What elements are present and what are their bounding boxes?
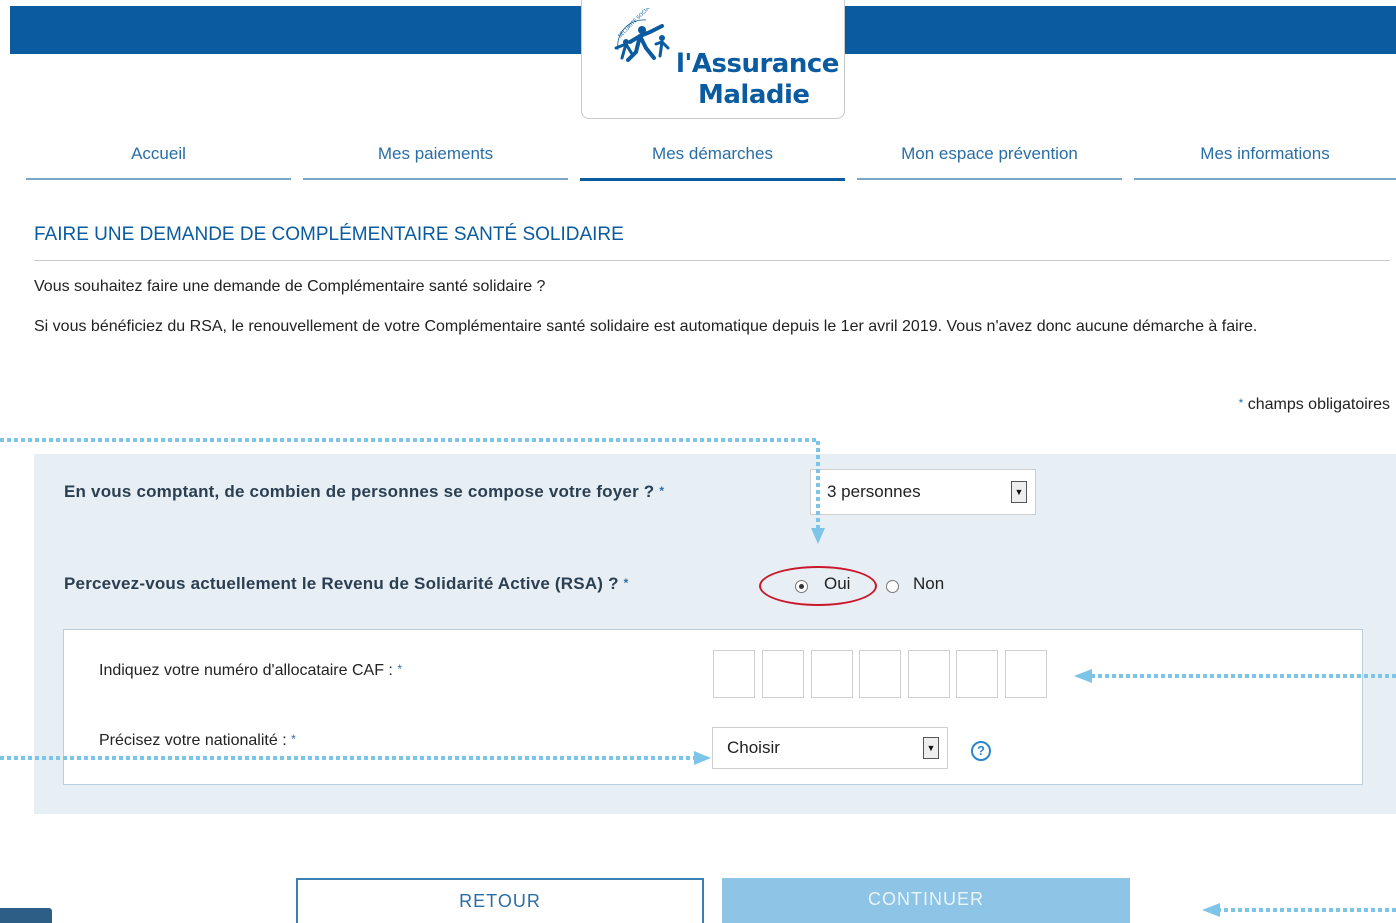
highlight-ellipse-annotation: [759, 566, 877, 606]
nationality-select[interactable]: Choisir ▼: [712, 727, 948, 769]
nav-item-mes-paiements[interactable]: Mes paiements: [303, 136, 568, 180]
caf-digit-input[interactable]: [956, 650, 998, 698]
nav-item-accueil[interactable]: Accueil: [26, 136, 291, 180]
page-title: FAIRE UNE DEMANDE DE COMPLÉMENTAIRE SANT…: [34, 222, 1390, 261]
retour-button[interactable]: RETOUR: [296, 878, 704, 923]
required-star: *: [291, 732, 296, 746]
required-star: *: [397, 662, 402, 676]
nationality-label-text: Précisez votre nationalité :: [99, 732, 287, 749]
required-fields-note: * champs obligatoires: [1239, 396, 1390, 414]
header-bar-right: [845, 6, 1396, 54]
arrowhead-left-icon: [1202, 903, 1220, 917]
assurance-maladie-logo[interactable]: SÉCURITÉ SOCIALE l'Assurance Maladie: [581, 0, 845, 119]
caf-digit-input[interactable]: [859, 650, 901, 698]
nav-item-mon-espace-prevention[interactable]: Mon espace prévention: [857, 136, 1122, 180]
help-icon[interactable]: ?: [971, 741, 991, 761]
nav-item-mes-informations[interactable]: Mes informations: [1134, 136, 1396, 180]
intro-rsa-info: Si vous bénéficiez du RSA, le renouvelle…: [34, 318, 1258, 335]
intro-question: Vous souhaitez faire une demande de Comp…: [34, 278, 546, 295]
header-bar-left: [10, 6, 581, 54]
household-question: En vous comptant, de combien de personne…: [64, 482, 664, 502]
main-nav: Accueil Mes paiements Mes démarches Mon …: [26, 136, 1396, 181]
corner-widget: [0, 908, 52, 923]
required-star: *: [659, 484, 665, 498]
chevron-down-icon[interactable]: ▼: [1011, 481, 1027, 503]
rsa-question-text: Percevez-vous actuellement le Revenu de …: [64, 574, 619, 593]
required-star: *: [623, 576, 629, 590]
logo-text-line1: l'Assurance: [676, 49, 839, 79]
nationality-value: Choisir: [727, 738, 780, 757]
caf-number-label: Indiquez votre numéro d'allocataire CAF …: [99, 662, 402, 680]
logo-text-line2: Maladie: [698, 80, 810, 110]
caf-digit-input[interactable]: [762, 650, 804, 698]
chevron-down-icon[interactable]: ▼: [923, 737, 939, 759]
rsa-radio-non[interactable]: [886, 580, 899, 593]
nationality-label: Précisez votre nationalité : *: [99, 732, 296, 750]
rsa-question: Percevez-vous actuellement le Revenu de …: [64, 574, 628, 594]
caf-digit-input[interactable]: [713, 650, 755, 698]
caf-digit-input[interactable]: [811, 650, 853, 698]
caf-digit-input[interactable]: [908, 650, 950, 698]
required-star: *: [1238, 396, 1244, 410]
rsa-radio-non-label[interactable]: Non: [913, 574, 944, 594]
household-question-text: En vous comptant, de combien de personne…: [64, 482, 655, 501]
continuer-button[interactable]: CONTINUER: [722, 878, 1130, 923]
logo-emblem-icon: SÉCURITÉ SOCIALE: [614, 8, 670, 62]
caf-number-label-text: Indiquez votre numéro d'allocataire CAF …: [99, 662, 393, 679]
nav-item-mes-demarches[interactable]: Mes démarches: [580, 136, 845, 181]
caf-digit-input[interactable]: [1005, 650, 1047, 698]
required-note-text: champs obligatoires: [1247, 396, 1390, 413]
logo-arc-text: SÉCURITÉ SOCIALE: [616, 8, 655, 39]
household-size-value: 3 personnes: [827, 482, 921, 501]
household-size-select[interactable]: 3 personnes ▼: [810, 469, 1036, 515]
